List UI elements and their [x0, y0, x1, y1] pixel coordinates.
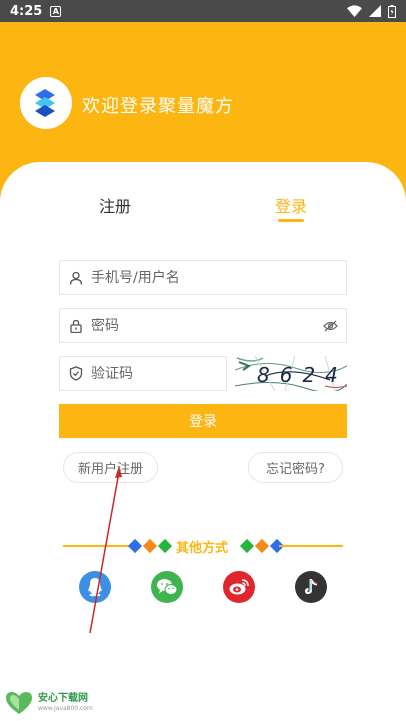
- login-card: [0, 162, 406, 721]
- other-login-label: 其他方式: [176, 541, 229, 556]
- watermark-url: www.java800.com: [38, 705, 93, 712]
- diamonds-left: [127, 538, 173, 554]
- tiktok-icon: [305, 579, 318, 594]
- signal-icon: [369, 5, 381, 17]
- battery-icon: [388, 4, 396, 18]
- captcha-graphic: 8624: [235, 356, 347, 391]
- divider-left: [63, 545, 129, 547]
- forgot-password-button[interactable]: 忘记密码?: [248, 452, 343, 483]
- active-tab-indicator: [278, 219, 304, 222]
- tab-login[interactable]: 登录: [275, 193, 307, 217]
- user-icon: [69, 271, 83, 285]
- watermark-title: 安心下载网: [38, 693, 88, 704]
- weibo-login-button[interactable]: [223, 571, 255, 603]
- captcha-text: 8624: [257, 363, 347, 387]
- tiktok-login-button[interactable]: [295, 571, 327, 603]
- weibo-icon: [229, 579, 249, 595]
- watermark: 安心下载网 www.java800.com: [4, 690, 93, 716]
- password-field[interactable]: [59, 308, 347, 343]
- wechat-icon: [157, 579, 178, 595]
- login-button[interactable]: 登录: [59, 404, 347, 438]
- captcha-field[interactable]: [59, 356, 227, 391]
- wechat-login-button[interactable]: [151, 571, 183, 603]
- app-logo: [20, 77, 72, 129]
- welcome-title: 欢迎登录聚量魔方: [82, 96, 234, 117]
- notification-icon: A: [50, 5, 62, 17]
- lock-icon: [69, 319, 83, 333]
- diamonds-right: [239, 538, 285, 554]
- status-bar: 4:25 A: [0, 0, 406, 22]
- captcha-input[interactable]: [91, 365, 201, 382]
- username-input[interactable]: [91, 269, 271, 286]
- heart-logo-icon: [6, 692, 32, 714]
- captcha-image[interactable]: 8624: [235, 356, 347, 391]
- qq-login-button[interactable]: [79, 571, 111, 603]
- status-time: 4:25: [10, 3, 43, 19]
- app-logo-icon: [35, 89, 55, 117]
- divider-right: [279, 545, 343, 547]
- new-user-register-button[interactable]: 新用户注册: [63, 452, 158, 483]
- eye-hidden-icon[interactable]: [323, 320, 338, 332]
- shield-check-icon: [69, 366, 83, 381]
- password-input[interactable]: [91, 317, 271, 334]
- status-icons: [347, 4, 396, 18]
- qq-icon: [88, 578, 102, 597]
- username-field[interactable]: [59, 260, 347, 295]
- tab-register[interactable]: 注册: [99, 193, 131, 217]
- wifi-icon: [347, 5, 362, 17]
